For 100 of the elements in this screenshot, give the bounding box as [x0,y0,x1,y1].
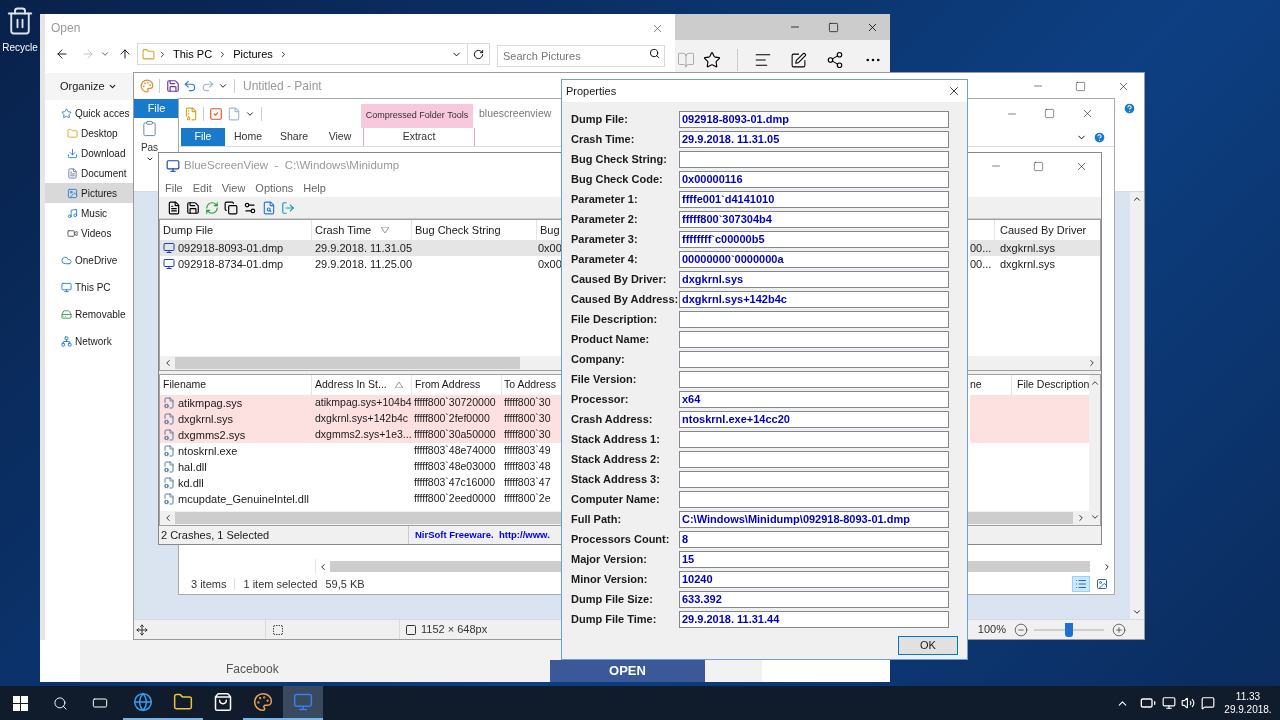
table-row[interactable]: ntoskrnl.exe fffff803`48e74000 fffff803`49 [160,443,563,459]
scrollbar-thumb[interactable] [175,357,520,369]
nav-item[interactable]: Removable [45,304,133,324]
value-field[interactable]: C:\Windows\Minidump\092918-8093-01.dmp [679,510,949,528]
menu-item[interactable]: Help [303,179,326,197]
maximize-icon[interactable] [1033,160,1044,172]
close-icon[interactable] [1081,107,1094,120]
scroll-left-icon[interactable] [318,561,328,572]
value-field[interactable] [679,470,949,488]
nav-item[interactable]: Music [45,203,133,223]
help-icon[interactable] [1093,130,1106,144]
settings-icon[interactable] [243,200,257,215]
scroll-right-icon[interactable] [1087,358,1097,368]
table-row[interactable]: dxgkrnl.sys dxgkrnl.sys+142b4c fffff800`2fef0000 fffff800`30 [160,411,563,427]
caret-icon[interactable] [100,49,110,59]
zoom-slider[interactable] [1034,622,1104,637]
breadcrumb-item[interactable]: This PC [173,45,213,63]
value-field[interactable]: 15 [679,550,949,568]
back-icon[interactable] [55,47,69,61]
credit-link[interactable]: NirSoft Freeware. http://www. [415,527,550,543]
help-icon[interactable] [1123,102,1136,115]
ok-button[interactable]: OK [898,636,958,655]
nav-item[interactable]: OneDrive [45,250,133,270]
value-field[interactable] [679,150,949,168]
table-row[interactable]: 092918-8734-01.dmp 29.9.2018. 11.25.00 0x00 [160,256,563,272]
file-search-icon[interactable] [262,200,276,215]
desktop-icon-label[interactable]: Recycle [2,40,38,55]
breadcrumb-item[interactable]: Pictures [233,45,273,63]
nav-item[interactable]: Document [45,163,133,183]
scroll-down-icon[interactable] [1132,607,1142,617]
scroll-up-icon[interactable] [1089,378,1100,388]
search-icon[interactable] [52,695,68,711]
rectangle-icon[interactable] [92,695,108,711]
value-field[interactable]: 29.9.2018. 11.31.05 [679,130,949,148]
checkbox-icon[interactable] [209,106,223,121]
value-field[interactable]: 633.392 [679,590,949,608]
maximize-icon[interactable] [1075,80,1086,92]
caret-icon[interactable] [218,81,228,91]
clock[interactable]: 11.33 29.9.2018. [1222,690,1274,716]
value-field[interactable]: 29.9.2018. 11.31.44 [679,610,949,628]
menu-item[interactable]: Edit [192,179,212,197]
value-field[interactable]: x64 [679,390,949,408]
ribbon-tab[interactable]: Share [271,128,317,146]
scroll-left-icon[interactable] [163,358,173,368]
scroll-up-icon[interactable] [1132,194,1142,204]
volume-icon[interactable] [1181,696,1195,710]
up-icon[interactable] [118,47,132,61]
star-icon[interactable] [703,51,721,69]
nav-item[interactable]: Network [45,331,133,351]
value-field[interactable] [679,430,949,448]
scroll-down-icon[interactable] [1089,512,1100,522]
nav-item[interactable]: This PC [45,277,133,297]
value-field[interactable] [679,310,949,328]
column-header[interactable]: File Description [1012,375,1090,395]
scroll-left-icon[interactable] [163,513,173,523]
table-row[interactable]: mcupdate_GenuineIntel.dll fffff800`2eed0000 fffff800`2e [160,491,563,507]
undo-icon[interactable] [183,79,197,93]
table-row[interactable]: hal.dll fffff803`48e03000 fffff803`48 [160,459,563,475]
organize-button[interactable]: Organize [60,78,117,95]
address-bar[interactable]: This PC Pictures [137,43,490,65]
value-field[interactable]: 10240 [679,570,949,588]
close-icon[interactable] [947,84,961,98]
value-field[interactable]: dxgkrnl.sys+142b4c [679,290,949,308]
search-field[interactable]: Search Pictures [497,45,665,67]
exit-icon[interactable] [281,200,295,215]
nav-item[interactable]: Download [45,143,133,163]
open-button[interactable]: OPEN [550,660,705,682]
value-field[interactable] [679,450,949,468]
value-field[interactable]: ffffffff`c00000b5 [679,230,949,248]
scroll-right-icon[interactable] [1102,561,1112,572]
ribbon-tab[interactable]: Home [225,128,271,146]
share-icon[interactable] [826,51,844,69]
nav-item[interactable]: Desktop [45,123,133,143]
save-icon[interactable] [166,79,180,93]
column-header[interactable]: To Address [502,375,563,395]
value-field[interactable]: 092918-8093-01.dmp [679,110,949,128]
value-field[interactable] [679,490,949,508]
maximize-icon[interactable] [1044,108,1055,119]
nav-item[interactable]: Pictures [45,183,133,203]
value-field[interactable] [679,370,949,388]
value-field[interactable] [679,350,949,368]
value-field[interactable]: 00000000`0000000a [679,250,949,268]
save-icon[interactable] [186,200,200,215]
table-row[interactable]: 00... dxgkrnl.sys [970,256,1100,272]
table-row[interactable]: kd.dll fffff803`47c16000 fffff803`47 [160,475,563,491]
menu-item[interactable]: View [221,179,246,197]
ribbon-tab[interactable]: File [134,99,179,118]
table-row[interactable]: 092918-8093-01.dmp 29.9.2018. 11.31.05 0x00 [160,240,563,256]
network-icon[interactable] [1162,696,1176,710]
ribbon-tab[interactable]: File [181,128,225,146]
ribbon-tab[interactable]: Extract [363,128,475,146]
copy-icon[interactable] [224,200,238,215]
table-row[interactable]: dxgmms2.sys dxgmms2.sys+1e3... fffff800`30a50000 fffff800`30 [160,427,563,443]
view-button[interactable] [1072,576,1090,592]
notification-icon[interactable] [1201,696,1215,710]
table-row[interactable]: 00... dxgkrnl.sys [970,240,1100,256]
value-field[interactable]: ffffe001`d4141010 [679,190,949,208]
battery-icon[interactable] [1140,695,1156,711]
table-row[interactable]: atikmpag.sys atikmpag.sys+104b4 fffff800`30720000 fffff800`30 [160,395,563,411]
value-field[interactable]: 8 [679,530,949,548]
